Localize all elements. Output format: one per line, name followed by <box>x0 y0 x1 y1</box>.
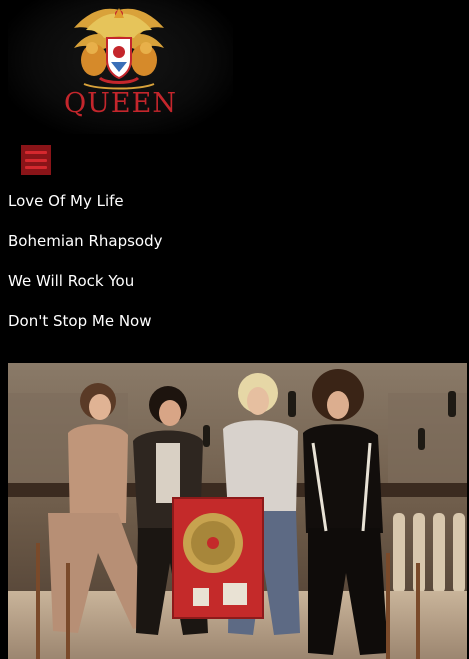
nav-link-dont-stop-me-now[interactable]: Don't Stop Me Now <box>8 312 151 330</box>
hamburger-icon-bar <box>25 151 47 154</box>
hamburger-icon-bar <box>25 158 47 162</box>
menu-button[interactable] <box>21 145 51 175</box>
nav-list: Love Of My Life Bohemian Rhapsody We Wil… <box>8 186 162 346</box>
nav-item-love-of-my-life: Love Of My Life <box>8 186 162 226</box>
queen-crest-icon <box>74 8 164 90</box>
band-photo <box>8 363 467 659</box>
site-logo[interactable]: QUEEN <box>8 0 233 134</box>
nav-item-bohemian-rhapsody: Bohemian Rhapsody <box>8 226 162 266</box>
nav-item-we-will-rock-you: We Will Rock You <box>8 266 162 306</box>
nav-link-we-will-rock-you[interactable]: We Will Rock You <box>8 272 134 290</box>
nav-link-bohemian-rhapsody[interactable]: Bohemian Rhapsody <box>8 232 162 250</box>
nav-item-dont-stop-me-now: Don't Stop Me Now <box>8 306 162 346</box>
logo-wordmark: QUEEN <box>64 88 177 119</box>
page: QUEEN Love Of My Life Bohemian Rhapsody … <box>0 0 469 659</box>
band-photo-image <box>8 363 467 659</box>
hamburger-icon-bar <box>25 166 47 169</box>
nav-link-love-of-my-life[interactable]: Love Of My Life <box>8 192 124 210</box>
